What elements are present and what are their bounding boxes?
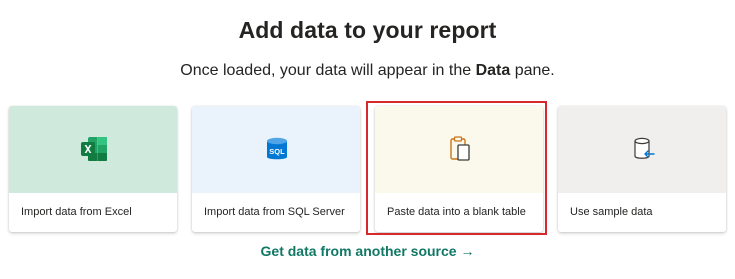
page-title: Add data to your report <box>238 17 497 43</box>
card-art <box>375 106 543 193</box>
get-data-other-source-link[interactable]: Get data from another source → <box>0 243 735 259</box>
sql-database-icon: SQL <box>267 137 287 160</box>
sample-data-cylinder-icon <box>634 137 655 159</box>
page-subtitle: Once loaded, your data will appear in th… <box>0 62 735 80</box>
card-art: SQL <box>192 106 360 193</box>
card-label: Import data from SQL Server <box>204 206 345 218</box>
sql-icon-text: SQL <box>269 147 285 156</box>
subtitle-suffix: pane. <box>510 62 555 79</box>
import-excel-card[interactable]: Import data from Excel <box>9 106 177 232</box>
data-source-cards: Import data from Excel SQL Import data f… <box>9 106 726 232</box>
add-data-page: Add data to your report Once loaded, you… <box>0 0 735 279</box>
paste-data-card[interactable]: Paste data into a blank table <box>375 106 543 232</box>
card-label: Paste data into a blank table <box>387 206 526 218</box>
subtitle-prefix: Once loaded, your data will appear in th… <box>180 62 476 79</box>
subtitle-bold: Data <box>475 62 511 79</box>
import-sql-server-card[interactable]: SQL Import data from SQL Server <box>192 106 360 232</box>
card-label: Import data from Excel <box>21 206 132 218</box>
card-label: Use sample data <box>570 206 653 218</box>
excel-icon <box>81 137 107 161</box>
sample-data-card[interactable]: Use sample data <box>558 106 726 232</box>
clipboard-paste-icon <box>450 136 470 161</box>
card-art <box>558 106 726 193</box>
card-art <box>9 106 177 193</box>
